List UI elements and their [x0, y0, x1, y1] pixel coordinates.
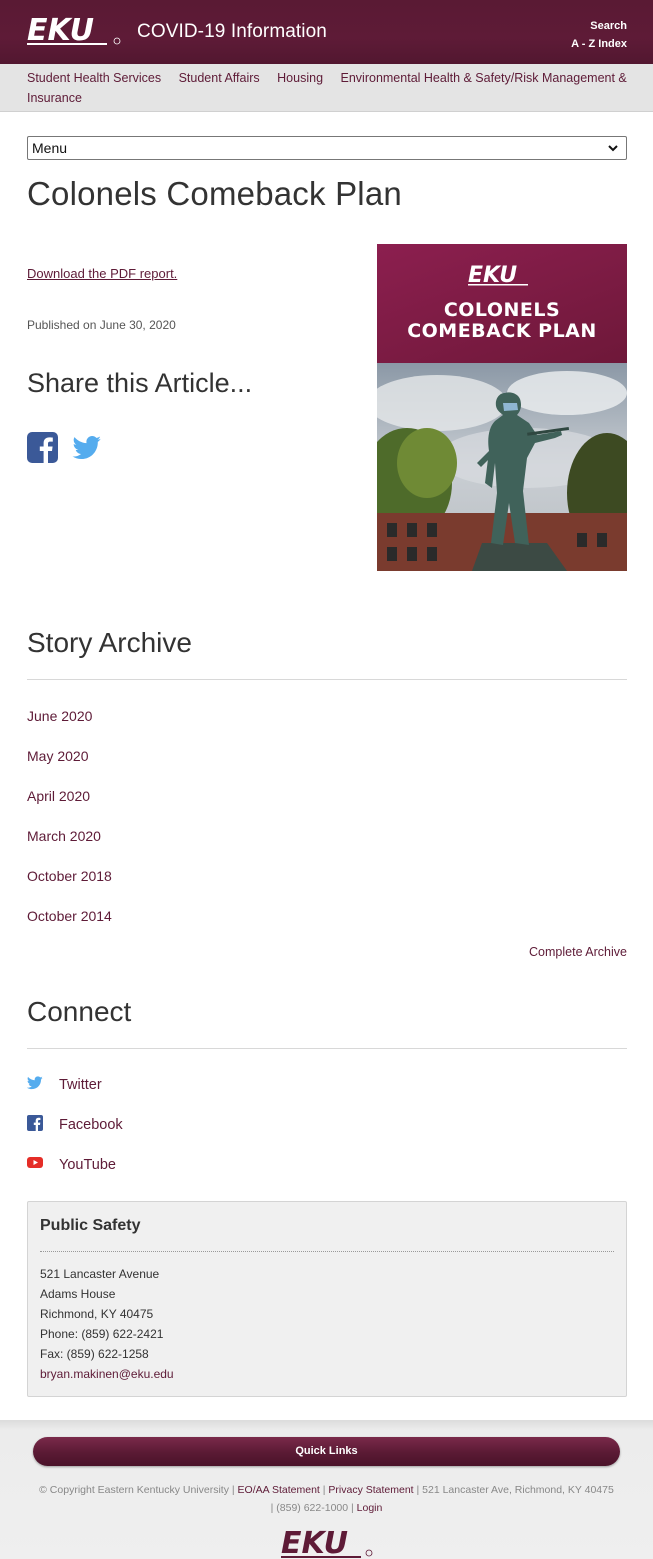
phone-text: Phone: (859) 622-2421	[40, 1327, 164, 1341]
subnav-item: Student Affairs	[179, 71, 260, 85]
footer-address: 521 Lancaster Ave, Richmond, KY 40475	[422, 1484, 614, 1496]
twitter-icon	[27, 1076, 43, 1090]
connect-link-facebook[interactable]: Facebook	[59, 1117, 123, 1133]
archive-item: April 2020	[27, 786, 112, 826]
archive-item: October 2014	[27, 906, 112, 946]
eku-logo-text: EKU	[27, 15, 94, 47]
footer-phone: (859) 622-1000	[276, 1502, 349, 1514]
connect-title: Connect	[27, 996, 132, 1027]
section-nav: Student Health Services Student Affairs …	[0, 64, 653, 112]
complete-archive-link[interactable]: Complete Archive	[529, 945, 627, 959]
connect-link-youtube[interactable]: YouTube	[59, 1157, 116, 1173]
subnav-link-student-health[interactable]: Student Health Services	[27, 71, 161, 85]
site-title[interactable]: COVID-19 Information	[137, 21, 327, 43]
eku-logo-mark: EKU	[27, 15, 121, 47]
public-safety-title: Public Safety	[40, 1217, 141, 1234]
login-link[interactable]: Login	[357, 1502, 383, 1514]
cover-title-line1: COLONELS	[443, 299, 561, 321]
divider	[40, 1251, 614, 1252]
archive-link-october-2018[interactable]: October 2018	[27, 868, 112, 884]
archive-link-may-2020[interactable]: May 2020	[27, 748, 88, 764]
connect-list: Twitter Facebook YouTube	[27, 1075, 123, 1195]
archive-item: October 2018	[27, 866, 112, 906]
footer-copyright: © Copyright Eastern Kentucky University …	[39, 1484, 614, 1514]
divider	[27, 679, 627, 680]
report-cover-image[interactable]: EKU COLONELS COMEBACK PLAN	[377, 244, 627, 571]
archive-list: June 2020 May 2020 April 2020 March 2020…	[27, 706, 112, 946]
utility-links: Search A - Z Index	[571, 17, 627, 53]
quick-links-button[interactable]: Quick Links	[33, 1437, 620, 1466]
privacy-link[interactable]: Privacy Statement	[328, 1484, 413, 1496]
twitter-share-icon[interactable]	[72, 436, 102, 460]
site-header: EKU COVID-19 Information Search A - Z In…	[0, 0, 653, 64]
subnav-item: Housing	[277, 71, 323, 85]
public-safety-contact: 521 Lancaster Avenue Adams House Richmon…	[40, 1264, 174, 1384]
connect-link-twitter[interactable]: Twitter	[59, 1077, 102, 1093]
published-date: Published on June 30, 2020	[27, 318, 176, 332]
footer-logo-text: EKU	[281, 1527, 348, 1559]
connect-item-facebook: Facebook	[27, 1115, 123, 1155]
download-pdf-link[interactable]: Download the PDF report.	[27, 266, 177, 281]
cover-banner: EKU COLONELS COMEBACK PLAN	[377, 244, 627, 363]
eo-aa-link[interactable]: EO/AA Statement	[238, 1484, 320, 1496]
subnav-link-housing[interactable]: Housing	[277, 71, 323, 85]
archive-item: March 2020	[27, 826, 112, 866]
facebook-icon	[27, 1115, 43, 1131]
subnav-link-student-affairs[interactable]: Student Affairs	[179, 71, 260, 85]
archive-link-april-2020[interactable]: April 2020	[27, 788, 90, 804]
public-safety-box: Public Safety 521 Lancaster Avenue Adams…	[27, 1201, 627, 1397]
youtube-icon	[27, 1157, 43, 1168]
address-line: Adams House	[40, 1287, 116, 1301]
address-line: 521 Lancaster Avenue	[40, 1267, 160, 1281]
menu-select-value: Menu	[32, 140, 68, 156]
chevron-down-icon	[608, 145, 618, 152]
connect-item-twitter: Twitter	[27, 1075, 123, 1115]
archive-link-march-2020[interactable]: March 2020	[27, 828, 101, 844]
archive-link-october-2014[interactable]: October 2014	[27, 908, 112, 924]
facebook-share-icon[interactable]	[27, 432, 58, 463]
page-title: Colonels Comeback Plan	[27, 175, 402, 212]
site-footer: Quick Links © Copyright Eastern Kentucky…	[0, 1420, 653, 1559]
copyright-text: © Copyright Eastern Kentucky University	[39, 1484, 229, 1496]
archive-item: May 2020	[27, 746, 112, 786]
cover-eku-logo: EKU	[468, 263, 528, 288]
share-title: Share this Article...	[27, 368, 253, 398]
fax-text: Fax: (859) 622-1258	[40, 1347, 149, 1361]
cover-title-line2: COMEBACK PLAN	[407, 320, 597, 342]
archive-item: June 2020	[27, 706, 112, 746]
menu-select[interactable]: Menu	[27, 136, 627, 160]
email-link[interactable]: bryan.makinen@eku.edu	[40, 1367, 174, 1381]
archive-link-june-2020[interactable]: June 2020	[27, 708, 92, 724]
connect-item-youtube: YouTube	[27, 1155, 123, 1195]
address-line: Richmond, KY 40475	[40, 1307, 154, 1321]
statue-photo	[377, 363, 627, 571]
subnav-item: Student Health Services	[27, 71, 161, 85]
eku-logo[interactable]: EKU	[27, 15, 122, 47]
divider	[27, 1048, 627, 1049]
footer-eku-logo[interactable]: EKU	[281, 1527, 374, 1559]
search-link[interactable]: Search	[571, 17, 627, 35]
share-icons	[27, 432, 117, 464]
cover-title: COLONELS COMEBACK PLAN	[377, 300, 627, 342]
story-archive-title: Story Archive	[27, 627, 192, 658]
az-index-link[interactable]: A - Z Index	[571, 35, 627, 53]
